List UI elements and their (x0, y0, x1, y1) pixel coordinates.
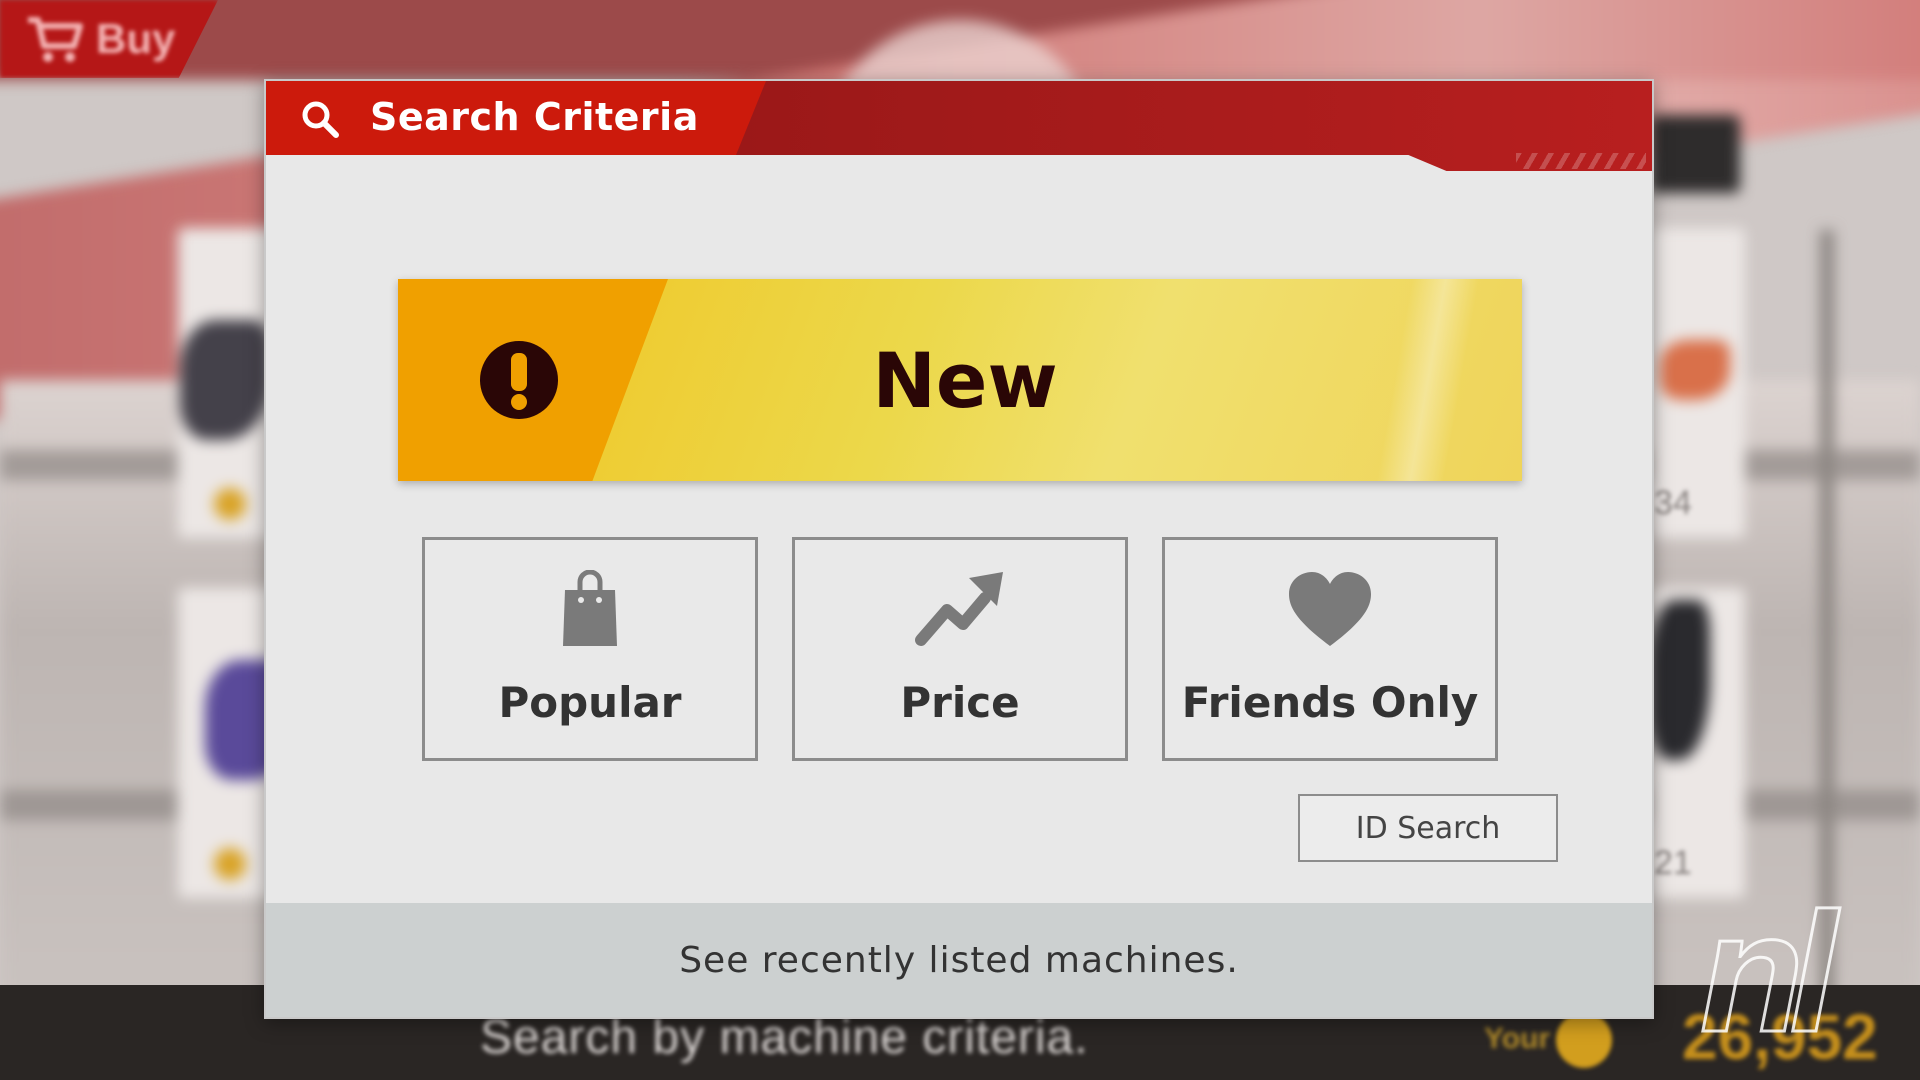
bg-machine-figure (1660, 340, 1730, 400)
bg-card-number: 21 (1654, 844, 1692, 882)
friends-only-button[interactable]: Friends Only (1162, 537, 1498, 761)
watermark-logo: nl (1698, 878, 1838, 1068)
bg-coin-icon (214, 848, 246, 880)
header-stripes (1516, 153, 1646, 169)
popular-label: Popular (498, 678, 682, 727)
new-button-label: New (872, 335, 1058, 425)
search-criteria-dialog: Search Criteria New Popular Price Friend… (264, 79, 1654, 1019)
trend-up-icon (915, 572, 1003, 646)
bg-machine-figure (180, 320, 270, 440)
new-button[interactable]: New (398, 279, 1522, 481)
dialog-description: See recently listed machines. (266, 903, 1652, 1017)
price-button[interactable]: Price (792, 537, 1128, 761)
heart-icon (1289, 572, 1371, 646)
bg-card-number: 34 (1654, 484, 1692, 522)
friends-only-label: Friends Only (1181, 678, 1479, 727)
search-icon (302, 101, 339, 138)
bg-sort-button (1650, 115, 1740, 193)
popular-button[interactable]: Popular (422, 537, 758, 761)
price-label: Price (900, 678, 1020, 727)
bg-coin-icon (214, 488, 246, 520)
cart-icon (28, 17, 83, 62)
wallet-label: Your (1484, 1022, 1551, 1055)
dialog-title: Search Criteria (370, 95, 699, 139)
buy-tab-label: Buy (96, 15, 176, 62)
id-search-button[interactable]: ID Search (1298, 794, 1558, 862)
gold-coin-icon (1556, 1012, 1612, 1068)
bg-machine-figure (1650, 600, 1710, 760)
shopping-bag-icon (563, 570, 617, 646)
header-notch (266, 155, 1456, 175)
